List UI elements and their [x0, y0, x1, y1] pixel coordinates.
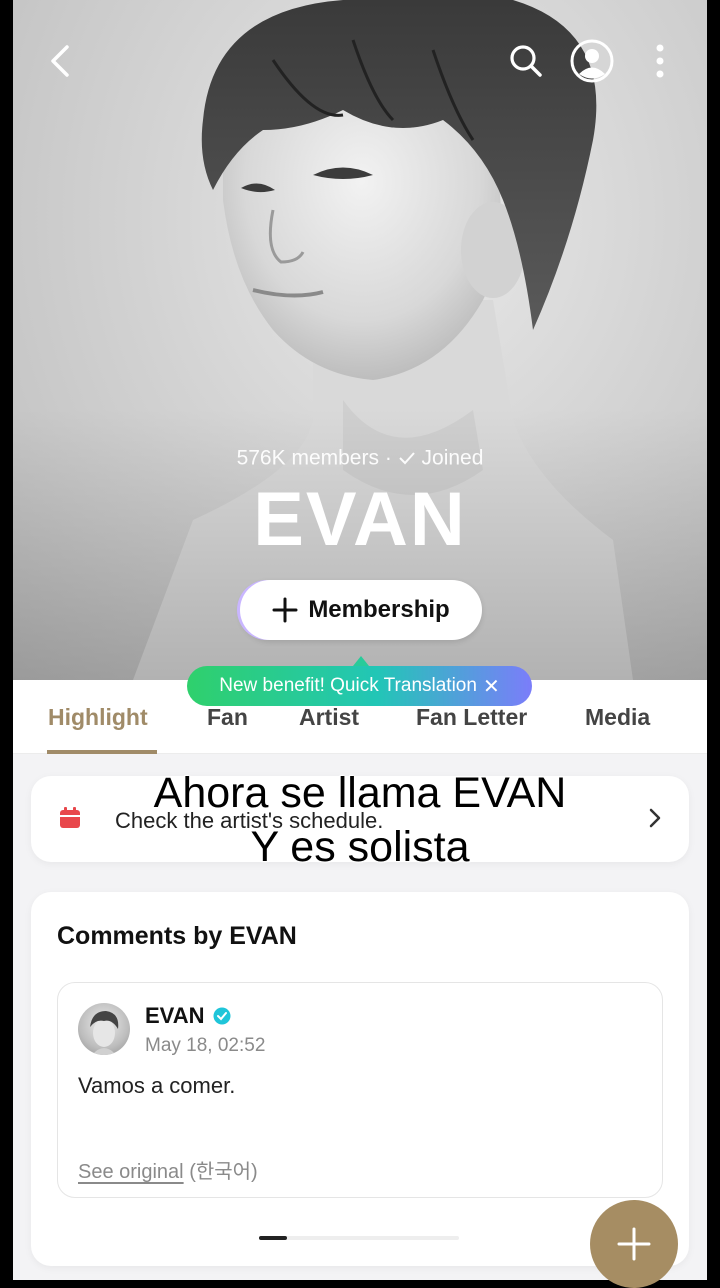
video-subtitle: Ahora se llama EVAN Y es solista	[0, 766, 720, 874]
more-button[interactable]	[635, 36, 685, 86]
new-benefit-tooltip[interactable]: New benefit! Quick Translation ✕	[187, 656, 532, 706]
membership-button[interactable]: Membership	[240, 580, 482, 640]
plus-icon	[617, 1227, 651, 1261]
profile-button[interactable]	[567, 36, 617, 86]
avatar-image	[90, 1011, 119, 1055]
tab-fan-letter[interactable]: Fan Letter	[416, 704, 527, 731]
artist-portrait	[13, 0, 707, 680]
back-icon	[51, 45, 69, 77]
comment-item[interactable]: EVAN May 18, 02:52 Vamos a comer. See or…	[57, 982, 663, 1198]
see-original-row: See original (한국어)	[78, 1155, 258, 1184]
active-tab-indicator	[47, 750, 157, 754]
tab-media[interactable]: Media	[585, 704, 650, 731]
comment-timestamp: May 18, 02:52	[145, 1035, 266, 1056]
back-button[interactable]	[35, 36, 85, 86]
membership-label: Membership	[308, 596, 450, 623]
members-info: 576K members · Joined	[13, 446, 707, 470]
verified-icon	[213, 1007, 231, 1025]
avatar	[78, 1003, 130, 1055]
search-icon	[510, 45, 542, 77]
subtitle-line-2: Y es solista	[250, 823, 470, 871]
tab-highlight[interactable]: Highlight	[48, 704, 148, 731]
carousel-indicator-thumb	[259, 1236, 287, 1240]
artist-name: EVAN	[253, 477, 467, 562]
separator: ·	[384, 446, 392, 470]
carousel-indicator	[259, 1236, 459, 1240]
comments-title: Comments by EVAN	[57, 922, 297, 950]
plus-icon	[272, 597, 298, 623]
tooltip-text: New benefit! Quick Translation	[219, 675, 477, 696]
member-count: 576K members	[236, 446, 379, 470]
tab-artist[interactable]: Artist	[299, 704, 359, 731]
close-icon[interactable]: ✕	[483, 674, 500, 699]
create-post-button[interactable]	[590, 1200, 678, 1288]
check-icon	[398, 452, 415, 465]
search-button[interactable]	[501, 36, 551, 86]
see-original-link[interactable]: See original	[78, 1161, 184, 1183]
tab-fan[interactable]: Fan	[207, 704, 248, 731]
comment-text: Vamos a comer.	[78, 1073, 236, 1098]
more-icon	[656, 44, 664, 78]
app-screen: 576K members · Joined EVAN Membership Ne…	[13, 0, 707, 1280]
artist-hero: 576K members · Joined EVAN Membership	[13, 0, 707, 680]
joined-status: Joined	[421, 446, 484, 470]
profile-icon	[570, 39, 614, 83]
subtitle-line-1: Ahora se llama EVAN	[153, 769, 567, 817]
comment-author: EVAN	[145, 1003, 205, 1028]
comments-card: Comments by EVAN EVAN May 18, 02:52 Vamo…	[31, 892, 689, 1266]
original-language: (한국어)	[189, 1161, 258, 1183]
